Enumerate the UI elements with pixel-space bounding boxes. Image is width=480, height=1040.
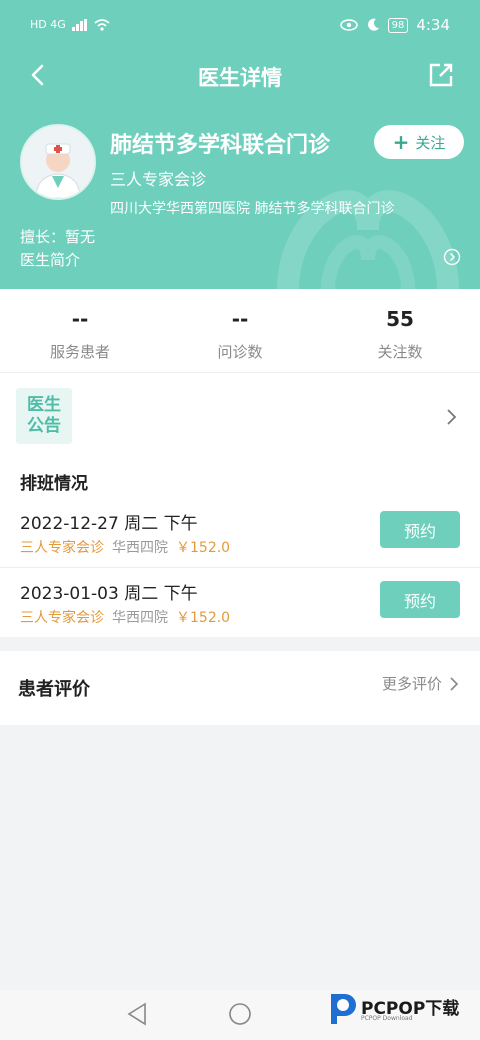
notice-line-2: 公告	[27, 416, 61, 436]
schedule-hospital: 华西四院	[112, 610, 168, 626]
schedule-row: 2022-12-27 周二 下午 三人专家会诊 华西四院 ￥152.0 预约	[0, 501, 480, 569]
more-reviews-label: 更多评价	[381, 675, 442, 693]
clock: 4:34	[416, 16, 450, 34]
book-button[interactable]: 预约	[380, 511, 460, 548]
doctor-avatar-icon	[22, 126, 94, 198]
more-reviews-link[interactable]: 更多评价	[382, 673, 460, 694]
reviews-section: 患者评价 更多评价	[0, 651, 480, 725]
specialty: 擅长：暂无	[20, 228, 96, 246]
stat-label: 服务患者	[49, 343, 110, 361]
schedule-price: ￥152.0	[176, 540, 231, 556]
doctor-header: HD 4G 98 4:34 医生详情 肺结节多学科联合门诊 + 关注 三人专家会…	[0, 0, 480, 289]
follow-button-label: 关注	[415, 133, 446, 152]
header-decoration	[277, 190, 459, 289]
schedule-type: 三人专家会诊	[20, 540, 104, 556]
chevron-right-icon	[450, 676, 459, 691]
reviews-title: 患者评价	[18, 679, 90, 700]
hospital-department: 四川大学华西第四医院 肺结节多学科联合门诊	[110, 201, 395, 217]
stat-label: 关注数	[377, 343, 423, 361]
chevron-right-icon[interactable]	[445, 407, 459, 427]
follow-button[interactable]: + 关注	[374, 125, 464, 159]
stats-bar: -- 服务患者 -- 问诊数 55 关注数	[0, 289, 480, 373]
schedule-datetime: 2022-12-27 周二 下午	[20, 514, 198, 534]
nav-home-icon[interactable]	[228, 1002, 252, 1026]
stat-followers: 55 关注数	[320, 307, 480, 362]
network-indicator: HD 4G	[30, 18, 66, 31]
stat-value: --	[71, 307, 89, 331]
doctor-intro-link[interactable]: 医生简介	[20, 249, 80, 270]
doctor-name: 肺结节多学科联合门诊	[110, 133, 331, 158]
schedule-card: 医生 公告 排班情况 2022-12-27 周二 下午 三人专家会诊 华西四院 ￥1…	[0, 373, 480, 637]
row-divider	[0, 567, 480, 568]
moon-icon	[367, 18, 379, 31]
status-bar: HD 4G 98 4:34	[0, 0, 480, 54]
stat-value: 55	[386, 307, 414, 331]
schedule-datetime: 2023-01-03 周二 下午	[20, 584, 198, 604]
plus-icon: +	[392, 130, 410, 154]
stat-label: 问诊数	[217, 343, 263, 361]
schedule-hospital: 华西四院	[112, 540, 168, 556]
title-bar: 医生详情	[0, 54, 480, 98]
schedule-type: 三人专家会诊	[20, 610, 104, 626]
eye-icon	[339, 19, 358, 31]
stat-consultations: -- 问诊数	[160, 307, 320, 362]
wifi-icon	[94, 18, 110, 31]
notice-line-1: 医生	[27, 395, 61, 415]
signal-icon	[71, 18, 87, 31]
schedule-price: ￥152.0	[176, 610, 231, 626]
stat-value: --	[231, 307, 249, 331]
page-title: 医生详情	[198, 66, 282, 90]
schedule-title: 排班情况	[20, 474, 88, 494]
share-icon[interactable]	[426, 60, 456, 90]
book-button[interactable]: 预约	[380, 581, 460, 618]
nav-back-icon[interactable]	[126, 1002, 148, 1026]
consult-type: 三人专家会诊	[110, 170, 207, 189]
stat-patients: -- 服务患者	[0, 307, 160, 362]
doctor-avatar	[20, 124, 96, 200]
doctor-notice-button[interactable]: 医生 公告	[16, 388, 72, 444]
watermark-logo-icon	[331, 994, 356, 1024]
schedule-row: 2023-01-03 周二 下午 三人专家会诊 华西四院 ￥152.0 预约	[0, 571, 480, 639]
schedule-meta: 三人专家会诊 华西四院 ￥152.0	[20, 537, 230, 557]
watermark-sub: PCPOP Download	[361, 1015, 413, 1022]
schedule-meta: 三人专家会诊 华西四院 ￥152.0	[20, 607, 230, 627]
battery-indicator: 98	[387, 17, 409, 33]
chevron-right-circle-icon[interactable]	[443, 248, 461, 266]
watermark: PCPOP下载 PCPOP Download	[325, 990, 475, 1028]
